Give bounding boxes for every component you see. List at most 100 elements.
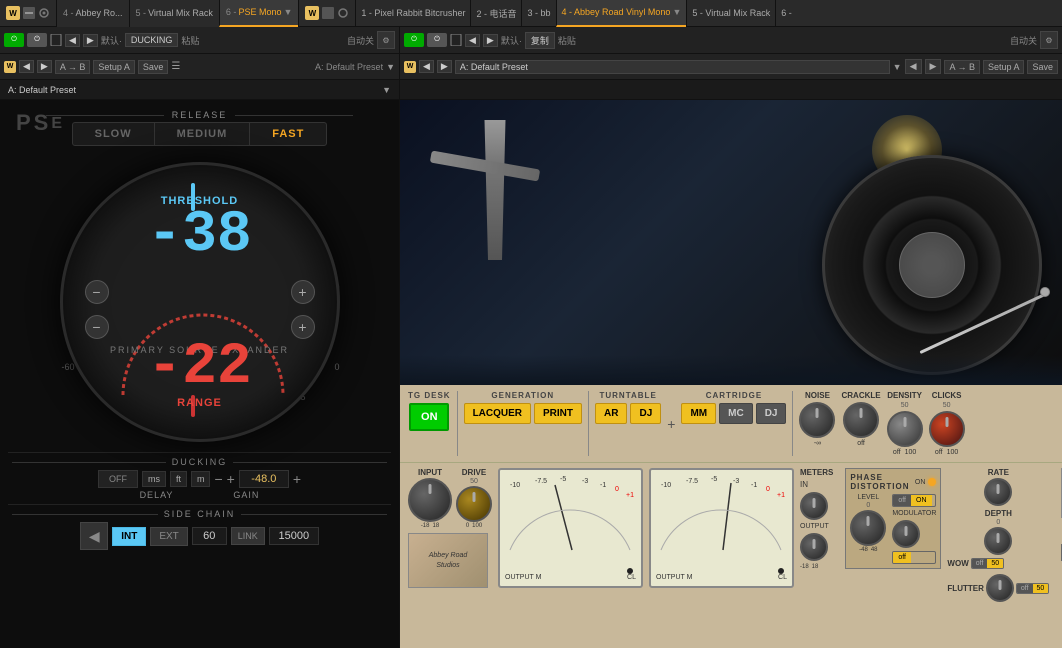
vinyl-preset-dropdown[interactable]: A: Default Preset [455,60,890,74]
duck-off-btn[interactable]: OFF [98,470,138,488]
noise-min-label: -∞ [814,440,821,447]
input-knob[interactable] [408,478,452,522]
release-medium-btn[interactable]: MEDIUM [155,122,250,146]
pd-level-knob[interactable] [850,510,886,546]
vinyl-preset-prev[interactable]: ◀ [419,60,434,73]
duck-minus-btn[interactable]: − [214,471,222,487]
duck-ms-btn[interactable]: ms [142,471,166,487]
vinyl-prev-btn[interactable]: ◀ [465,34,480,47]
pse-setup-a-btn[interactable]: Setup A [93,60,135,74]
pse-preset-prev[interactable]: ◀ [19,60,34,73]
mc-btn[interactable]: MC [719,403,753,424]
pd-toggle-1: off ON [892,494,936,507]
threshold-controls: − + [63,280,337,304]
right-tab-3[interactable]: 3 - bb [521,0,555,27]
vinyl-next2-btn[interactable]: ▶ [925,59,942,74]
flutter-50-btn[interactable]: 50 [1033,584,1049,593]
left-tab-5[interactable]: 5 - Virtual Mix Rack [129,0,219,27]
sc-ext-btn[interactable]: EXT [150,527,187,546]
right-tab-6[interactable]: 6 - [775,0,797,27]
duck-plus-btn[interactable]: + [227,471,235,487]
vinyl-ab-btn[interactable]: A → B [944,60,980,74]
modulator-knob[interactable] [892,520,920,548]
input-group: INPUT -18 18 [408,468,452,529]
ar-btn[interactable]: AR [595,403,627,424]
flutter-knob[interactable] [986,574,1014,602]
pse-settings-btn[interactable]: ⚙ [377,31,395,49]
drive-knob[interactable] [456,486,492,522]
density-knob[interactable] [887,411,923,447]
pse-preset-next[interactable]: ▶ [37,60,52,73]
pse-next-btn[interactable]: ▶ [83,34,98,47]
settings-icon-left [38,7,50,19]
pd-level-group: LEVEL 0 -48 48 [850,494,886,553]
pse-copy-btn[interactable]: DUCKING [125,33,179,47]
pse-power-btn[interactable]: ⏻ [4,33,24,47]
pd-off-btn[interactable]: off [893,495,911,506]
left-tab-6-num: 6 - [226,7,237,17]
tg-on-btn[interactable]: ON [409,403,449,431]
duck-line-r [233,462,387,463]
vinyl-next-btn[interactable]: ▶ [483,34,498,47]
right-tab-2[interactable]: 2 - 电话音 [470,0,521,27]
vinyl-preset-next[interactable]: ▶ [437,60,452,73]
vinyl-setup-a-btn[interactable]: Setup A [983,60,1025,74]
dj-btn[interactable]: DJ [630,403,661,424]
depth-knob[interactable] [984,527,1012,555]
pd-off2-btn[interactable]: off [893,552,911,563]
clicks-knob[interactable] [929,411,965,447]
duck-gain-plus-btn[interactable]: + [293,471,301,487]
vinyl-power-btn2[interactable]: ⏻ [427,33,447,47]
sc-speaker-btn[interactable]: ◀ [80,522,108,550]
tg-desk-label: TG DESK [408,391,451,400]
wow-off-btn[interactable]: off [972,559,988,568]
threshold-value: -38 [147,207,251,265]
pse-menu-icon[interactable]: ☰ [171,61,180,72]
meters-in-knob[interactable] [800,492,828,520]
wow-50-btn[interactable]: 50 [987,559,1003,568]
vinyl-save-btn[interactable]: Save [1027,60,1058,74]
pd-label: PHASE DISTORTION [850,473,915,491]
rate-knob[interactable] [984,478,1012,506]
pse-power-btn2[interactable]: ⏻ [27,33,47,47]
modulator-label: MODULATOR [892,510,936,517]
release-fast-btn[interactable]: FAST [249,122,327,146]
sc-int-btn[interactable]: INT [112,527,146,546]
lacquer-btn[interactable]: LACQUER [464,403,531,424]
left-tab-6[interactable]: 6 - PSE Mono ▼ [219,0,298,27]
noise-knob[interactable] [799,402,835,438]
dj2-btn[interactable]: DJ [756,403,787,424]
sc-link-btn[interactable]: LINK [231,527,265,545]
duck-m-btn[interactable]: m [191,471,211,487]
right-tab-4[interactable]: 4 - Abbey Road Vinyl Mono ▼ [556,0,687,27]
print-btn[interactable]: PRINT [534,403,582,424]
vinyl-settings-btn[interactable]: ⚙ [1040,31,1058,49]
vinyl-preset-arrow[interactable]: ▼ [893,62,902,72]
plus-indicator: + [667,416,675,432]
pse-save-btn[interactable]: Save [138,60,169,74]
vinyl-power-btn[interactable]: ⏻ [404,33,424,47]
threshold-minus-btn[interactable]: − [85,280,109,304]
vinyl-prev2-btn[interactable]: ◀ [905,59,922,74]
pd-on-btn[interactable]: ON [911,495,932,506]
right-tab-5[interactable]: 5 - Virtual Mix Rack [686,0,775,27]
pse-preset-down-arrow[interactable]: ▼ [382,85,391,95]
w-logo-right: W [299,0,355,27]
threshold-plus-btn[interactable]: + [291,280,315,304]
crackle-knob[interactable] [843,402,879,438]
left-tab-4[interactable]: 4 - Abbey Ro... [56,0,129,27]
release-slow-btn[interactable]: SLOW [72,122,155,146]
scale-left-60b: -60 [62,362,75,372]
flutter-off-btn[interactable]: off [1017,584,1033,593]
right-tab-1[interactable]: 1 - Pixel Rabbit Bitcrusher [355,0,470,27]
vinyl-copy-btn[interactable]: 复制 [525,32,555,49]
output-knob[interactable] [800,533,828,561]
duck-ft-btn[interactable]: ft [170,471,187,487]
pse-ab-btn[interactable]: A → B [55,60,91,74]
pse-preset-arrow[interactable]: ▼ [386,62,395,72]
clicks-labels: off 100 [935,449,958,456]
mm-btn[interactable]: MM [681,403,716,424]
pse-prev-btn[interactable]: ◀ [65,34,80,47]
range-plus-btn[interactable]: + [291,315,315,339]
range-minus-btn[interactable]: − [85,315,109,339]
